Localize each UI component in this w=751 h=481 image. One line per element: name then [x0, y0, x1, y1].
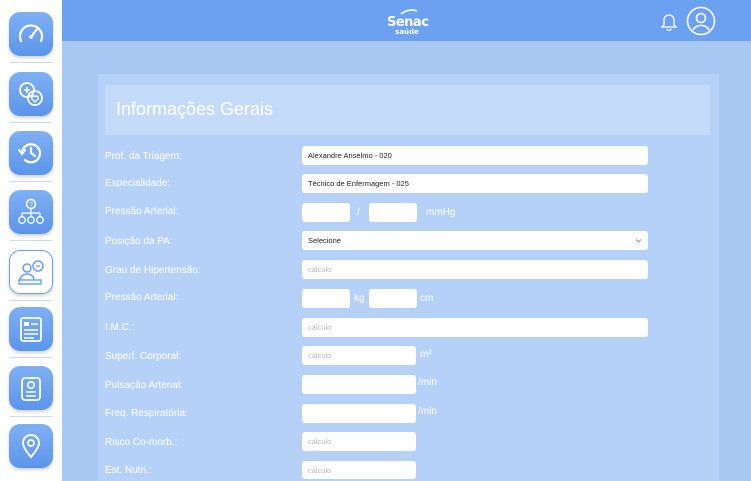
grau-hipertensao-field[interactable]: cálculo	[302, 260, 648, 279]
posicao-pa-value: Selecione	[308, 236, 341, 245]
imc-label: I.M.C.:	[105, 322, 135, 333]
freq-resp-label: Freq. Respiratória:	[105, 408, 188, 419]
pressao-sistolica-input[interactable]	[302, 203, 350, 222]
pressao-arterial-label: Pressão Arterial:	[105, 206, 179, 217]
altura-input[interactable]	[369, 289, 417, 308]
location-pin-icon	[22, 434, 40, 459]
altura-unit: cm	[420, 293, 434, 304]
especialidade-label: Especialidade:	[105, 178, 171, 189]
records-button[interactable]	[9, 307, 53, 351]
records-icon	[20, 317, 42, 342]
logo-swoosh	[400, 9, 418, 15]
superf-corporal-label: Superf. Corporal:	[105, 351, 182, 362]
posicao-pa-select[interactable]: Selecione	[302, 231, 648, 250]
superf-corporal-unit: m²	[420, 349, 432, 360]
superf-corporal-field[interactable]: cálculo	[302, 346, 416, 365]
dashboard-button[interactable]	[9, 12, 53, 56]
health-chat-icon	[19, 82, 43, 106]
history-button[interactable]	[9, 131, 53, 175]
id-badge-button[interactable]	[9, 366, 53, 410]
hierarchy-button[interactable]: ?	[9, 190, 53, 234]
pressao-separator: /	[357, 207, 360, 218]
risco-label: Risco Co-morb.:	[105, 437, 178, 448]
peso-unit: kg	[354, 293, 365, 304]
user-avatar-icon[interactable]	[686, 6, 716, 36]
logo-sub-text: saúde	[395, 28, 419, 36]
pressao-unit: mmHg	[426, 207, 456, 218]
est-nutri-field[interactable]: cálculo	[302, 461, 416, 479]
pressao-diastolica-input[interactable]	[369, 203, 417, 222]
risco-field[interactable]: cálculo	[302, 432, 416, 451]
posicao-pa-label: Posição da PA:	[105, 236, 173, 247]
attendant-icon	[18, 260, 44, 285]
imc-field[interactable]: cálculo	[302, 318, 648, 337]
peso-altura-label: Pressão Arterial:	[105, 292, 179, 303]
prof-triagem-field[interactable]: Alexandre Anselmo - 020	[302, 146, 648, 165]
grau-hipertensao-label: Grau de Hipertensão:	[105, 265, 201, 276]
attendant-button[interactable]	[9, 250, 53, 294]
prof-triagem-label: Prof. da Triagem:	[105, 151, 182, 162]
peso-input[interactable]	[302, 289, 350, 308]
freq-resp-unit: /min	[418, 406, 437, 417]
top-bar: Senac saúde	[62, 0, 751, 41]
senac-logo: Senac saúde	[387, 7, 429, 36]
especialidade-field[interactable]: Técnico de Enfermagem - 025	[302, 174, 648, 193]
hierarchy-question-icon: ?	[18, 198, 44, 224]
page-title: Informações Gerais	[116, 99, 274, 119]
speedometer-icon	[18, 24, 44, 43]
bell-icon[interactable]	[660, 11, 678, 31]
pulsacao-unit: /min	[418, 377, 437, 388]
freq-resp-input[interactable]	[302, 404, 416, 423]
sidebar: ?	[0, 0, 62, 481]
svg-text:?: ?	[29, 202, 33, 209]
chevron-down-icon	[635, 239, 642, 243]
pulsacao-input[interactable]	[302, 375, 416, 394]
health-chat-button[interactable]	[9, 72, 53, 116]
history-icon	[18, 143, 42, 164]
location-button[interactable]	[9, 424, 53, 468]
id-badge-icon	[21, 377, 41, 401]
pulsacao-label: Pulsação Arterial:	[105, 380, 183, 391]
est-nutri-label: Est. Nutri.:	[105, 465, 152, 476]
